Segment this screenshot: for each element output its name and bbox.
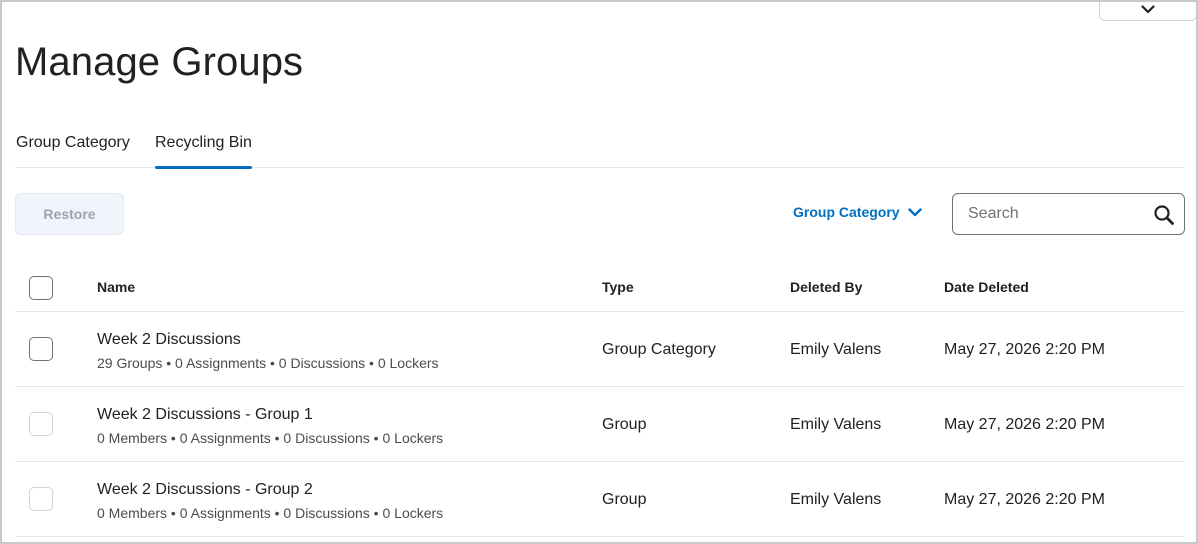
row-date-deleted: May 27, 2026 2:20 PM [944,341,1105,358]
page-title: Manage Groups [15,40,304,84]
tab-group-category[interactable]: Group Category [16,130,130,168]
row-name: Week 2 Discussions - Group 2 [97,481,313,498]
row-checkbox[interactable] [29,337,53,361]
row-name: Week 2 Discussions [97,331,241,348]
chevron-down-icon [1141,5,1155,14]
row-deleted-by: Emily Valens [790,491,882,508]
row-type: Group [602,416,647,433]
row-type: Group Category [602,341,716,358]
row-details: 0 Members • 0 Assignments • 0 Discussion… [97,430,444,446]
row-deleted-by: Emily Valens [790,341,882,358]
search-box [952,193,1185,235]
tab-bar: Group Category Recycling Bin [15,130,1185,169]
select-all-checkbox[interactable] [29,276,53,300]
restore-button[interactable]: Restore [15,193,124,235]
row-date-deleted: May 27, 2026 2:20 PM [944,491,1105,508]
tab-recycling-bin[interactable]: Recycling Bin [155,130,252,169]
search-input[interactable] [954,195,1144,233]
column-header-name: Name [97,279,136,295]
row-deleted-by: Emily Valens [790,416,882,433]
row-details: 0 Members • 0 Assignments • 0 Discussion… [97,505,444,521]
row-checkbox[interactable] [29,412,53,436]
column-header-date-deleted: Date Deleted [944,279,1029,295]
column-header-type: Type [602,279,634,295]
recycling-bin-table: Name Type Deleted By Date Deleted Week 2… [15,261,1185,537]
row-details: 29 Groups • 0 Assignments • 0 Discussion… [97,355,439,371]
page-frame: Manage Groups Group Category Recycling B… [0,0,1198,544]
row-name: Week 2 Discussions - Group 1 [97,406,313,423]
filter-label: Group Category [793,204,900,220]
row-type: Group [602,491,647,508]
chevron-down-icon [907,207,922,216]
table-row: Week 2 Discussions 29 Groups • 0 Assignm… [15,312,1185,387]
row-checkbox[interactable] [29,487,53,511]
row-date-deleted: May 27, 2026 2:20 PM [944,416,1105,433]
table-row: Week 2 Discussions - Group 1 0 Members •… [15,387,1185,462]
table-row: Week 2 Discussions - Group 2 0 Members •… [15,462,1185,537]
table-header-row: Name Type Deleted By Date Deleted [15,261,1185,312]
collapse-toggle-button[interactable] [1099,2,1196,21]
group-category-filter-dropdown[interactable]: Group Category [793,204,922,220]
search-icon[interactable] [1153,204,1175,226]
column-header-deleted-by: Deleted By [790,279,863,295]
